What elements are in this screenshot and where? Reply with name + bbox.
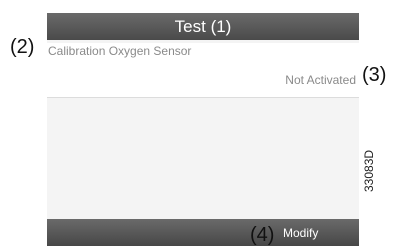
- callout-1: (1): [210, 17, 232, 36]
- screen-title: Test: [174, 17, 206, 36]
- callout-3: (3): [362, 64, 387, 86]
- row-status-value: Not Activated: [285, 73, 356, 87]
- modify-button[interactable]: Modify: [283, 226, 318, 240]
- menu-row-calibration[interactable]: Calibration Oxygen Sensor Not Activated: [47, 43, 359, 98]
- callout-4: (4): [250, 224, 275, 246]
- row-label: Calibration Oxygen Sensor: [48, 44, 192, 58]
- figure-id: 33083D: [362, 149, 376, 192]
- controller-screen: Test (1) Calibration Oxygen Sensor Not A…: [47, 13, 359, 246]
- screen-footer: Modify: [47, 219, 359, 246]
- screen-header: Test (1): [47, 13, 359, 40]
- callout-2: (2): [10, 36, 35, 58]
